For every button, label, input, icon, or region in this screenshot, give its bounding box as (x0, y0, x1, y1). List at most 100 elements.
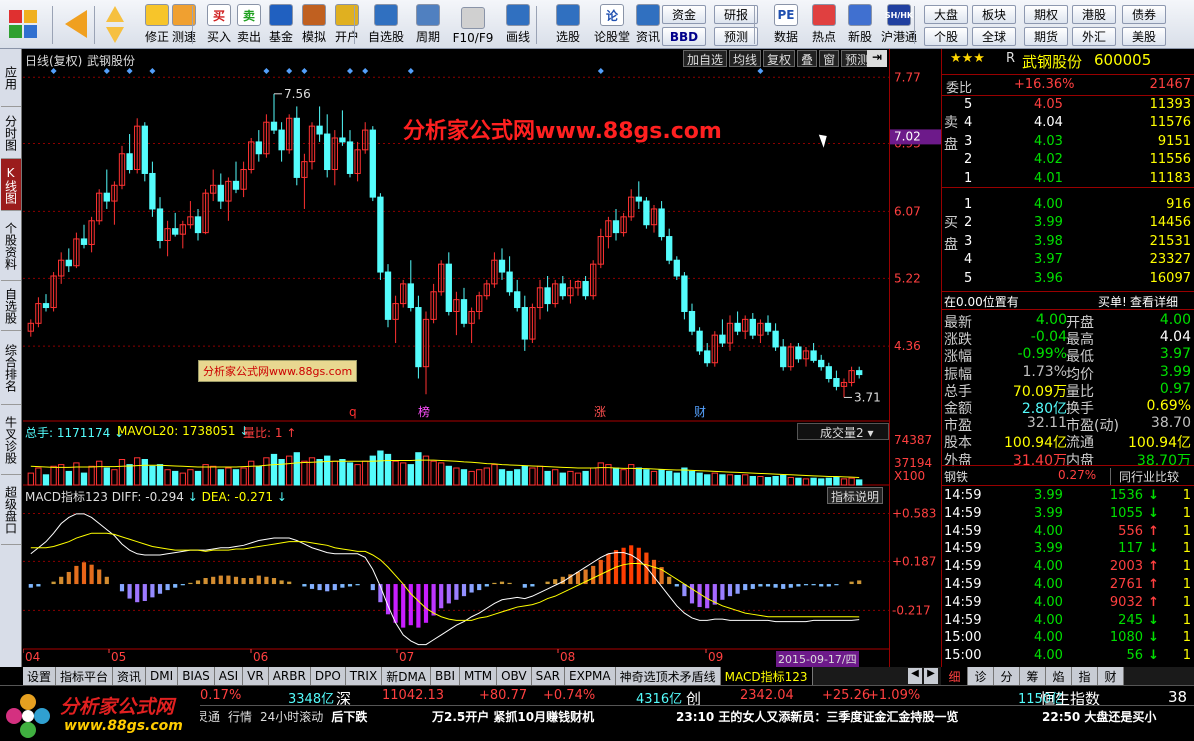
chart-tool-button-3[interactable]: 叠 (797, 50, 818, 67)
indicator-tab-15[interactable]: EXPMA (565, 667, 616, 685)
futures-button[interactable]: 期货 (1024, 27, 1068, 46)
us-stock-button[interactable]: 美股 (1122, 27, 1166, 46)
forex-button[interactable]: 外汇 (1072, 27, 1116, 46)
toolbar-data-button[interactable]: PE 数据 (766, 2, 806, 47)
level-price[interactable]: 3.96 (1034, 271, 1063, 286)
level-price[interactable]: 4.02 (1034, 152, 1063, 167)
indicator-tab-14[interactable]: SAR (531, 667, 565, 685)
panel-tab-1[interactable]: 诊 (968, 667, 994, 685)
buy-order-link[interactable]: 买单! (1098, 293, 1127, 310)
page-updown[interactable] (102, 2, 128, 47)
detail-link[interactable]: 查看详细 (1130, 293, 1178, 310)
indicator-tab-5[interactable]: ASI (214, 667, 244, 685)
market-button[interactable]: 大盘 (924, 5, 968, 24)
toolbar-info-button[interactable]: 资讯 (630, 2, 666, 47)
up-arrow-icon[interactable] (106, 6, 124, 22)
indicator-tab-9[interactable]: TRIX (345, 667, 383, 685)
panel-tab-6[interactable]: 财 (1098, 667, 1124, 685)
left-tab-1[interactable]: 分时图 (1, 107, 21, 159)
toolbar-star-button[interactable]: 自选股 (364, 2, 408, 47)
bond-button[interactable]: 债券 (1122, 5, 1166, 24)
chart-tool-button-0[interactable]: 加自选 (683, 50, 728, 67)
industry-compare-button[interactable]: 同行业比较 (1110, 468, 1179, 485)
event-marker[interactable]: q (349, 405, 357, 419)
news-nav-1[interactable]: 行情 (228, 708, 252, 725)
industry-name[interactable]: 钢铁 (944, 468, 968, 485)
left-tab-5[interactable]: 综合排名 (1, 331, 21, 405)
single-stock-button[interactable]: 个股 (924, 27, 968, 46)
left-tab-4[interactable]: 自选股 (1, 281, 21, 331)
panel-tab-0[interactable]: 细 (942, 667, 968, 685)
level-price[interactable]: 3.98 (1034, 234, 1063, 249)
toolbar-shhk-button[interactable]: SH/HK 沪港通 (876, 2, 922, 47)
toolbar-select-stock-button[interactable]: 选股 (548, 2, 588, 47)
toolbar-sell-button[interactable]: 卖卖出 (232, 2, 266, 47)
sector-button[interactable]: 板块 (972, 5, 1016, 24)
panel-tab-3[interactable]: 筹 (1020, 667, 1046, 685)
indicator-tab-16[interactable]: 神奇选顶术矛盾线 (615, 667, 721, 685)
level-price[interactable]: 3.97 (1034, 252, 1063, 267)
level-price[interactable]: 4.00 (1034, 197, 1063, 212)
news-item-1[interactable]: 万2.5开户 紧抓10月赚钱财机 (432, 708, 594, 725)
level-price[interactable]: 4.04 (1034, 115, 1063, 130)
forecast-button[interactable]: 预测 (714, 27, 758, 46)
indicator-tab-4[interactable]: BIAS (178, 667, 215, 685)
options-button[interactable]: 期权 (1024, 5, 1068, 24)
toolbar-forum-button[interactable]: 论论股堂 (590, 2, 634, 47)
tabs-scroll-left-icon[interactable]: ◀ (908, 668, 922, 684)
indicator-help-button[interactable]: 指标说明 (827, 487, 884, 504)
indicator-tab-3[interactable]: DMI (146, 667, 179, 685)
volume-indicator-dropdown[interactable]: 成交量2 ▾ (797, 423, 889, 440)
panel-tab-4[interactable]: 焰 (1046, 667, 1072, 685)
news-nav-2[interactable]: 24小时滚动 (260, 708, 323, 725)
app-logo-icon[interactable] (4, 2, 42, 47)
news-item-3[interactable]: 22:50 大盘还是买小 (1042, 708, 1156, 725)
indicator-tab-12[interactable]: MTM (460, 667, 498, 685)
toolbar-fund-button[interactable]: 基金 (264, 2, 298, 47)
indicator-tab-8[interactable]: DPO (310, 667, 346, 685)
left-tab-2[interactable]: K线图 (1, 159, 21, 211)
panel-tab-2[interactable]: 分 (994, 667, 1020, 685)
toolbar-newstock-button[interactable]: 新股 (842, 2, 878, 47)
left-tab-7[interactable]: 超级盘口 (1, 475, 21, 545)
level-price[interactable]: 4.03 (1034, 134, 1063, 149)
toolbar-pencil-button[interactable]: 画线 (498, 2, 538, 47)
event-marker[interactable]: 财 (694, 405, 706, 419)
level-price[interactable]: 4.01 (1034, 171, 1063, 186)
toolbar-hot-button[interactable]: 热点 (806, 2, 842, 47)
news-nav-3[interactable]: 后下跌 (331, 708, 367, 725)
tabs-scroll-right-icon[interactable]: ▶ (924, 668, 938, 684)
down-arrow-icon[interactable] (106, 27, 124, 43)
toolbar-period-button[interactable]: 周期 (408, 2, 448, 47)
level-price[interactable]: 3.99 (1034, 215, 1063, 230)
back-arrow-icon[interactable] (56, 2, 96, 47)
toolbar-lock-button[interactable]: 开户 (330, 2, 364, 47)
panel-tab-5[interactable]: 指 (1072, 667, 1098, 685)
indicator-tab-2[interactable]: 资讯 (113, 667, 147, 685)
indicator-tab-0[interactable]: 设置 (23, 667, 57, 685)
kline-chart-area[interactable]: 7.56 3.71 q 榜 涨 财 04 05 06 07 08 09 日线(复权) 武钢股份 加自选… (22, 49, 889, 667)
news-item-2[interactable]: 23:10 王的女人又添新员：三季度证金汇金持股一览 (676, 708, 958, 725)
hk-stock-button[interactable]: 港股 (1072, 5, 1116, 24)
indicator-tab-7[interactable]: ARBR (268, 667, 311, 685)
event-marker[interactable]: 榜 (418, 404, 430, 419)
toolbar-buy-button[interactable]: 买买入 (202, 2, 236, 47)
toolbar-f10-button[interactable]: F10/F9 (450, 2, 496, 47)
indicator-tab-6[interactable]: VR (243, 667, 269, 685)
chart-tool-button-1[interactable]: 均线 (729, 50, 762, 67)
indicator-tab-17[interactable]: MACD指标123 (720, 667, 813, 685)
global-button[interactable]: 全球 (972, 27, 1016, 46)
left-tab-3[interactable]: 个股资料 (1, 211, 21, 281)
toolbar-hammer-button[interactable]: 模拟 (296, 2, 332, 47)
indicator-tab-1[interactable]: 指标平台 (56, 667, 114, 685)
chart-tool-button-2[interactable]: 复权 (763, 50, 796, 67)
indicator-tab-11[interactable]: BBI (431, 667, 461, 685)
level-price[interactable]: 4.05 (1034, 97, 1063, 112)
bbd-button[interactable]: BBD (662, 27, 706, 46)
indicator-tab-13[interactable]: OBV (497, 667, 532, 685)
indicator-tab-10[interactable]: 新DMA (382, 667, 432, 685)
chart-tool-button-4[interactable]: 窗 (819, 50, 840, 67)
left-tab-6[interactable]: 牛叉诊股 (1, 405, 21, 475)
left-tab-0[interactable]: 应用 (1, 49, 21, 107)
fund-flow-button[interactable]: 资金 (662, 5, 706, 24)
